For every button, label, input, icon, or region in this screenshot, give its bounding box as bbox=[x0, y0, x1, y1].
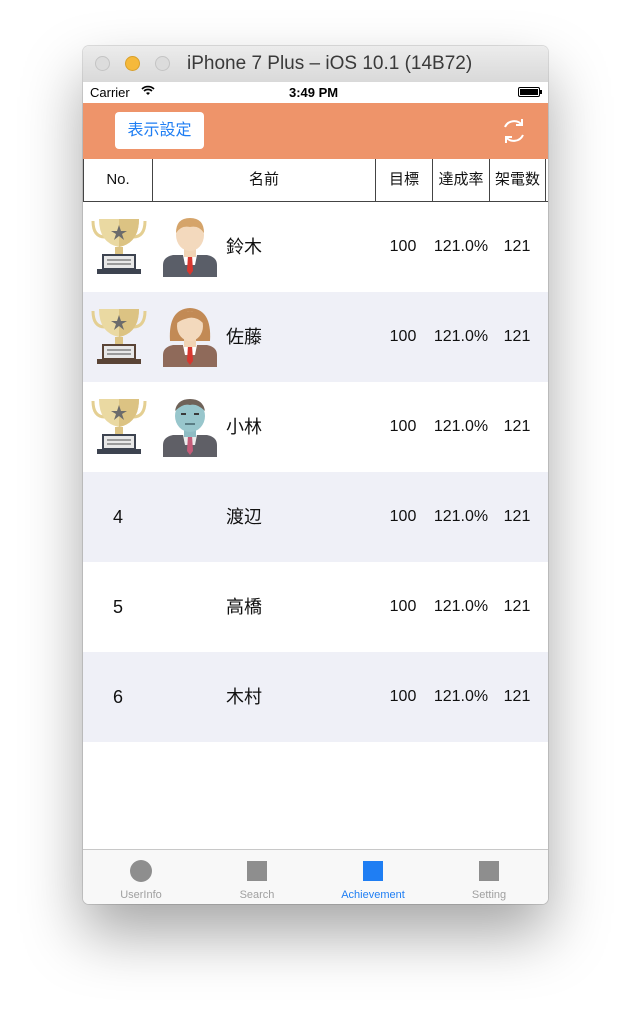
achievement-rate: 121.0% bbox=[433, 688, 489, 705]
tab-label: UserInfo bbox=[120, 889, 162, 901]
square-icon bbox=[362, 860, 384, 882]
header-name[interactable]: 名前 bbox=[152, 159, 375, 201]
zoom-window-button[interactable] bbox=[155, 56, 170, 71]
table-row[interactable]: 6 木村 100 121.0% 121 bbox=[83, 652, 548, 742]
call-count: 121 bbox=[503, 238, 531, 255]
rank-number: 5 bbox=[112, 597, 123, 617]
target-value: 100 bbox=[389, 328, 417, 345]
status-bar: Carrier 3:49 PM bbox=[83, 82, 548, 103]
header-no[interactable]: No. bbox=[83, 159, 152, 201]
close-window-button[interactable] bbox=[95, 56, 110, 71]
tab-label: Achievement bbox=[341, 889, 405, 901]
member-name: 佐藤 bbox=[226, 327, 262, 347]
circle-icon bbox=[130, 860, 152, 882]
table-header: No. 名前 目標 達成率 架電数 bbox=[83, 159, 548, 202]
target-value: 100 bbox=[389, 238, 417, 255]
trophy-icon bbox=[89, 215, 149, 275]
window-titlebar: iPhone 7 Plus – iOS 10.1 (14B72) bbox=[83, 46, 548, 83]
table-row[interactable]: 4 渡辺 100 121.0% 121 bbox=[83, 472, 548, 562]
target-value: 100 bbox=[389, 508, 417, 525]
achievement-rate: 121.0% bbox=[433, 328, 489, 345]
tab-search[interactable]: Search bbox=[199, 850, 315, 904]
male-avatar bbox=[159, 215, 221, 277]
table-row[interactable]: 小林 100 121.0% 121 bbox=[83, 382, 548, 472]
member-name: 木村 bbox=[226, 687, 262, 707]
simulator-window: iPhone 7 Plus – iOS 10.1 (14B72) Carrier… bbox=[83, 46, 548, 904]
trophy-icon bbox=[89, 395, 149, 455]
call-count: 121 bbox=[503, 328, 531, 345]
battery-icon bbox=[518, 87, 542, 97]
tab-label: Setting bbox=[471, 889, 507, 901]
tab-achievement[interactable]: Achievement bbox=[315, 850, 431, 904]
wifi-icon bbox=[141, 85, 155, 99]
call-count: 121 bbox=[503, 508, 531, 525]
call-count: 121 bbox=[503, 688, 531, 705]
tab-setting[interactable]: Setting bbox=[431, 850, 547, 904]
header-rate[interactable]: 達成率 bbox=[432, 159, 489, 201]
navigation-bar: 表示設定 bbox=[83, 103, 548, 159]
tab-bar: UserInfo Search Achievement Setting bbox=[83, 849, 548, 904]
target-value: 100 bbox=[389, 598, 417, 615]
table-row[interactable]: 鈴木 100 121.0% 121 bbox=[83, 202, 548, 292]
target-value: 100 bbox=[389, 688, 417, 705]
trophy-icon bbox=[89, 305, 149, 365]
achievement-rate: 121.0% bbox=[433, 508, 489, 525]
status-time: 3:49 PM bbox=[289, 85, 339, 100]
minimize-window-button[interactable] bbox=[125, 56, 140, 71]
square-icon bbox=[478, 860, 500, 882]
female-avatar bbox=[159, 305, 221, 367]
header-calls[interactable]: 架電数 bbox=[489, 159, 546, 201]
window-title: iPhone 7 Plus – iOS 10.1 (14B72) bbox=[187, 53, 473, 74]
achievement-rate: 121.0% bbox=[433, 418, 489, 435]
achievement-rate: 121.0% bbox=[433, 238, 489, 255]
rank-number: 6 bbox=[112, 687, 123, 707]
member-name: 小林 bbox=[226, 417, 262, 437]
call-count: 121 bbox=[503, 418, 531, 435]
call-count: 121 bbox=[503, 598, 531, 615]
rank-number: 4 bbox=[112, 507, 123, 527]
tab-label: Search bbox=[239, 889, 275, 901]
member-name: 鈴木 bbox=[226, 237, 262, 257]
display-settings-button[interactable]: 表示設定 bbox=[115, 112, 204, 149]
table-row[interactable]: 佐藤 100 121.0% 121 bbox=[83, 292, 548, 382]
header-target[interactable]: 目標 bbox=[375, 159, 432, 201]
member-name: 高橋 bbox=[226, 597, 262, 617]
table-row[interactable]: 5 高橋 100 121.0% 121 bbox=[83, 562, 548, 652]
target-value: 100 bbox=[389, 418, 417, 435]
tab-userinfo[interactable]: UserInfo bbox=[83, 850, 199, 904]
member-name: 渡辺 bbox=[226, 507, 262, 527]
refresh-icon[interactable] bbox=[498, 115, 530, 147]
carrier-label: Carrier bbox=[90, 85, 130, 100]
achievement-rate: 121.0% bbox=[433, 598, 489, 615]
zombie-avatar bbox=[159, 395, 221, 457]
square-icon bbox=[246, 860, 268, 882]
